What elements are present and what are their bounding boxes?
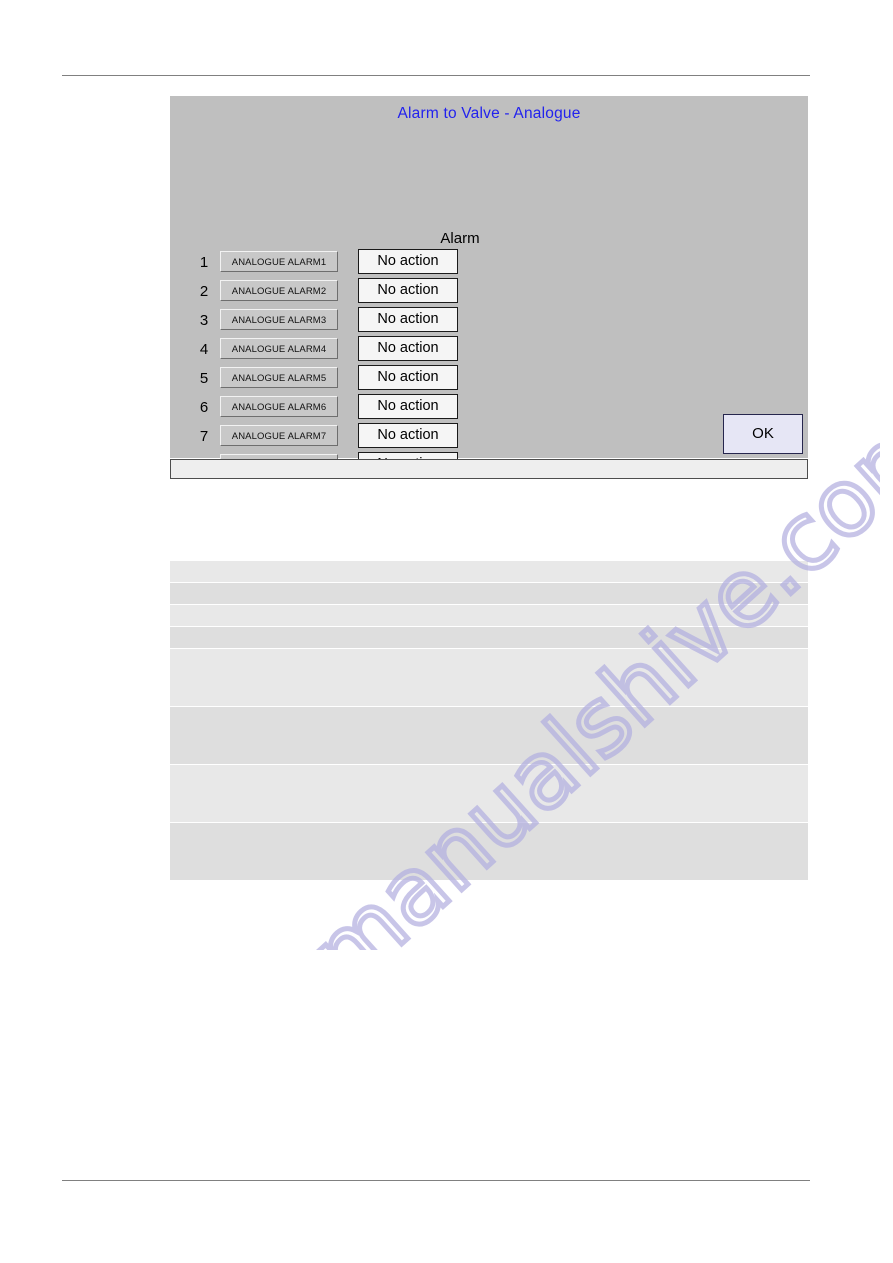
valve-action-button[interactable]: No action	[358, 423, 458, 448]
table-row	[170, 764, 808, 823]
alarm-name-button[interactable]: ANALOGUE ALARM2	[220, 280, 338, 301]
alarm-row-index: 5	[199, 370, 209, 387]
table-cell	[170, 560, 808, 583]
page-header-rule	[62, 75, 810, 76]
valve-action-button[interactable]: No action	[358, 307, 458, 332]
alarm-row: 5 ANALOGUE ALARM5 No action	[170, 365, 808, 396]
table-cell	[170, 706, 808, 765]
table-cell	[170, 764, 808, 823]
alarm-row: 6 ANALOGUE ALARM6 No action	[170, 394, 808, 425]
alarm-name-button[interactable]: ANALOGUE ALARM3	[220, 309, 338, 330]
table-row	[170, 822, 808, 881]
alarm-row-index: 6	[199, 399, 209, 416]
table-row	[170, 648, 808, 707]
valve-action-button[interactable]: No action	[358, 249, 458, 274]
alarm-column-header: Alarm	[440, 230, 480, 247]
alarm-to-valve-dialog: Alarm to Valve - Analogue Alarm 1 ANALOGU…	[170, 96, 808, 477]
table-cell	[170, 626, 808, 649]
table-row	[170, 582, 808, 605]
alarm-row-index: 1	[199, 254, 209, 271]
alarm-name-button[interactable]: ANALOGUE ALARM7	[220, 425, 338, 446]
alarm-row-index: 4	[199, 341, 209, 358]
alarm-row: 1 ANALOGUE ALARM1 No action	[170, 249, 808, 280]
table-row	[170, 604, 808, 627]
alarm-row-index: 3	[199, 312, 209, 329]
table-cell	[170, 822, 808, 881]
valve-action-button[interactable]: No action	[358, 394, 458, 419]
page-footer-rule	[62, 1180, 810, 1181]
alarm-row-index: 7	[199, 428, 209, 445]
alarm-row-index: 2	[199, 283, 209, 300]
alarm-name-button[interactable]: ANALOGUE ALARM4	[220, 338, 338, 359]
table-cell	[170, 648, 808, 707]
table-cell	[170, 604, 808, 627]
alarm-name-button[interactable]: ANALOGUE ALARM6	[220, 396, 338, 417]
alarm-row: 3 ANALOGUE ALARM3 No action	[170, 307, 808, 338]
status-bar	[170, 459, 808, 479]
dialog-title: Alarm to Valve - Analogue	[397, 105, 581, 122]
table-row	[170, 626, 808, 649]
specification-table	[170, 560, 808, 881]
alarm-row: 4 ANALOGUE ALARM4 No action	[170, 336, 808, 367]
alarm-row: 7 ANALOGUE ALARM7 No action	[170, 423, 808, 454]
table-row	[170, 560, 808, 583]
valve-action-button[interactable]: No action	[358, 336, 458, 361]
alarm-row-list: 1 ANALOGUE ALARM1 No action 2 ANALOGUE ALARM…	[170, 249, 808, 483]
table-cell	[170, 582, 808, 605]
alarm-row: 2 ANALOGUE ALARM2 No action	[170, 278, 808, 309]
alarm-name-button[interactable]: ANALOGUE ALARM5	[220, 367, 338, 388]
valve-action-button[interactable]: No action	[358, 365, 458, 390]
valve-action-button[interactable]: No action	[358, 278, 458, 303]
table-row	[170, 706, 808, 765]
alarm-name-button[interactable]: ANALOGUE ALARM1	[220, 251, 338, 272]
ok-button[interactable]: OK	[723, 414, 803, 454]
